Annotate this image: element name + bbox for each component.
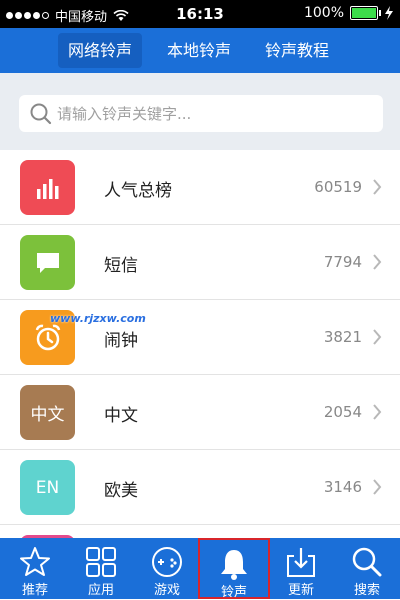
list-item-western[interactable]: EN 欧美 3146 [0,450,400,525]
gamepad-icon [152,547,182,577]
search-icon [30,103,52,125]
chevron-right-icon [373,179,382,195]
chevron-right-icon [373,479,382,495]
nav-updates[interactable]: 更新 [268,538,334,599]
list-item-count: 7794 [323,253,362,271]
list-item-chinese[interactable]: 中文 中文 2054 [0,375,400,450]
chevron-right-icon [373,254,382,270]
list-item-count: 3821 [323,328,362,346]
star-icon [20,547,50,576]
status-right: 100% [304,5,394,21]
nav-label: 铃声 [220,585,247,600]
list-item-label: 欧美 [104,481,138,501]
chinese-text-icon: 中文 [20,385,75,440]
list-item-popular[interactable]: 人气总榜 60519 [0,150,400,225]
tab-local-ringtones[interactable]: 本地铃声 [157,33,241,68]
list-item-count: 60519 [314,178,362,196]
nav-recommend[interactable]: 推荐 [2,538,68,599]
charging-icon [385,6,393,20]
chevron-right-icon [373,404,382,420]
nav-label: 搜索 [353,583,380,598]
bottom-nav-bar: 推荐 应用 游戏 铃声 更新 搜索 [0,538,400,600]
chevron-right-icon [373,329,382,345]
search-input[interactable] [57,100,367,127]
nav-ringtones[interactable]: 铃声 [198,538,270,600]
nav-games[interactable]: 游戏 [134,538,200,599]
nav-apps[interactable]: 应用 [68,538,134,599]
nav-label: 游戏 [153,583,180,598]
search-box[interactable] [19,95,383,132]
list-item-label: 短信 [104,256,138,276]
bell-icon [221,550,247,580]
battery-percent: 100% [303,5,344,21]
battery-icon [350,6,381,20]
en-text-icon: EN [20,460,75,515]
status-bar: 中国移动 16:13 100% [0,0,400,28]
download-icon [287,548,315,577]
nav-search[interactable]: 搜索 [334,538,400,599]
list-item-count: 2054 [323,403,362,421]
list-item-count: 3146 [323,478,362,496]
list-item-sms[interactable]: 短信 7794 [0,225,400,300]
nav-label: 应用 [87,583,114,598]
grid-icon [86,547,116,577]
tab-ringtone-tutorial[interactable]: 铃声教程 [255,33,339,68]
chat-bubble-icon [20,235,75,290]
nav-label: 更新 [287,583,314,598]
list-item-label: 人气总榜 [104,181,172,201]
list-item-label: 闹钟 [104,331,138,351]
bar-chart-icon [20,160,75,215]
list-item-label: 中文 [104,406,138,426]
watermark: www.rjzxw.com [50,312,146,325]
tab-online-ringtones[interactable]: 网络铃声 [58,33,143,68]
nav-label: 推荐 [21,583,48,598]
top-tab-bar: 网络铃声 本地铃声 铃声教程 [0,28,400,73]
search-icon [352,547,382,577]
search-area [0,73,400,150]
